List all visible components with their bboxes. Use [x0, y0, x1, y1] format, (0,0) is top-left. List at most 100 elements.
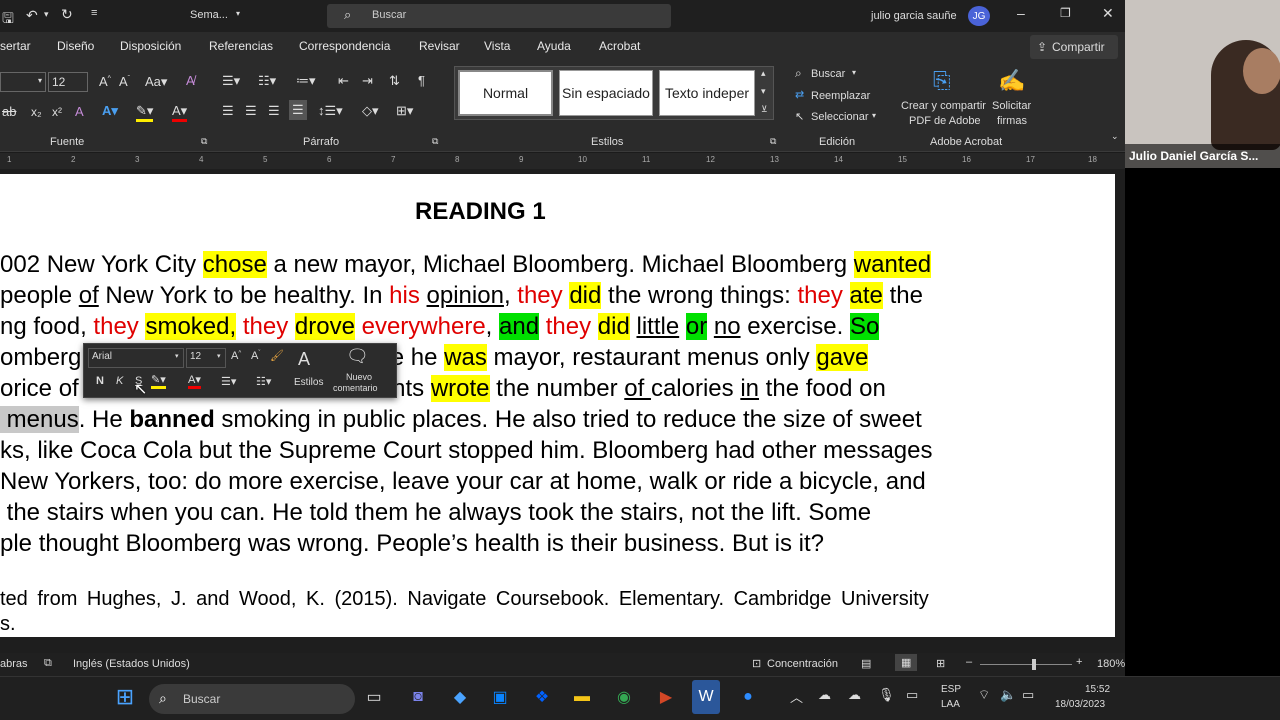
highlight-icon[interactable]: ✎▾: [136, 103, 154, 122]
find-icon[interactable]: ⌕: [795, 66, 802, 81]
font-color-icon[interactable]: A▾: [188, 373, 201, 389]
volume-icon[interactable]: 🔈: [1000, 687, 1016, 703]
style-texto-independiente[interactable]: Texto indeper: [659, 70, 755, 116]
styles-more-icon[interactable]: ⊻: [761, 104, 768, 115]
align-right-icon[interactable]: ☰: [268, 103, 280, 119]
tab-disposicion[interactable]: Disposición: [120, 39, 181, 53]
word-count[interactable]: abras: [0, 658, 28, 670]
chat-icon[interactable]: ◙: [404, 680, 432, 714]
focus-mode[interactable]: Concentración: [767, 658, 838, 670]
styles-icon[interactable]: A: [298, 349, 310, 370]
close-icon[interactable]: ✕: [1102, 5, 1114, 22]
numbering-icon[interactable]: ☷▾: [256, 375, 271, 388]
minimize-icon[interactable]: –: [1017, 5, 1025, 21]
redo-icon[interactable]: ↻: [61, 6, 73, 23]
customize-toolbar-icon[interactable]: ≡: [91, 7, 97, 19]
bold-button[interactable]: N: [96, 375, 104, 387]
multilevel-list-icon[interactable]: ≔▾: [296, 73, 316, 89]
input-language-layout[interactable]: LAA: [941, 699, 960, 710]
user-name[interactable]: julio garcia sauñe: [871, 10, 957, 22]
grow-font-icon[interactable]: A^: [231, 350, 241, 362]
chevron-down-icon[interactable]: ▾: [872, 111, 876, 120]
style-sin-espaciado[interactable]: Sin espaciado: [559, 70, 653, 116]
select-button[interactable]: Seleccionar: [811, 111, 868, 123]
undo-dropdown-icon[interactable]: ▾: [44, 9, 49, 20]
dropbox-icon[interactable]: ❖: [528, 680, 556, 714]
task-view-icon[interactable]: ▭: [360, 680, 388, 714]
zoom-level[interactable]: 180%: [1097, 658, 1125, 670]
replace-icon[interactable]: ⇄: [795, 88, 804, 101]
chevron-down-icon[interactable]: ▾: [38, 76, 42, 85]
read-mode-icon[interactable]: ▤: [861, 657, 871, 670]
cloud-icon[interactable]: ☁: [848, 687, 861, 703]
tab-revisar[interactable]: Revisar: [419, 39, 460, 53]
create-pdf-icon[interactable]: ⎘: [933, 68, 951, 94]
numbering-icon[interactable]: ☷▾: [258, 73, 276, 89]
italic-button[interactable]: K: [116, 375, 123, 387]
tab-insertar[interactable]: sertar: [0, 39, 31, 53]
display-icon[interactable]: ▭: [906, 687, 918, 703]
share-button[interactable]: ⇪ Compartir: [1030, 35, 1118, 59]
zoom-out-icon[interactable]: –: [966, 656, 972, 668]
shading-icon[interactable]: ◇▾: [362, 103, 379, 119]
styles-scroll-down-icon[interactable]: ▾: [761, 86, 766, 97]
powerpoint-icon[interactable]: ▶: [652, 680, 680, 714]
show-marks-icon[interactable]: ¶: [418, 73, 425, 88]
shrink-font-icon[interactable]: Aˇ: [119, 74, 130, 89]
wifi-icon[interactable]: ⌔: [978, 687, 990, 703]
request-signatures-label-1[interactable]: Solicitar: [992, 100, 1031, 112]
borders-icon[interactable]: ⊞▾: [396, 103, 413, 119]
strikethrough-icon[interactable]: ab: [2, 104, 16, 119]
font-size-box[interactable]: 12: [48, 72, 88, 92]
create-pdf-label-2[interactable]: PDF de Adobe: [909, 115, 981, 127]
style-normal[interactable]: Normal: [458, 70, 553, 116]
increase-indent-icon[interactable]: ⇥: [362, 73, 373, 89]
subscript-icon[interactable]: x₂: [31, 105, 42, 119]
select-icon[interactable]: ↖: [795, 110, 804, 123]
tab-referencias[interactable]: Referencias: [209, 39, 273, 53]
decrease-indent-icon[interactable]: ⇤: [338, 73, 349, 89]
font-color-icon[interactable]: A▾: [172, 103, 188, 122]
mini-styles-label[interactable]: Estilos: [294, 377, 323, 388]
tab-correspondencia[interactable]: Correspondencia: [299, 39, 390, 53]
styles-dialog-launcher-icon[interactable]: ⧉: [770, 136, 776, 147]
onedrive-icon[interactable]: ☁: [818, 687, 831, 703]
clock-date[interactable]: 18/03/2023: [1055, 699, 1105, 710]
replace-button[interactable]: Reemplazar: [811, 90, 870, 102]
zoom-icon[interactable]: ●: [734, 680, 762, 714]
store-icon[interactable]: ▣: [486, 680, 514, 714]
shrink-font-icon[interactable]: Aˇ: [251, 350, 260, 362]
paragraph-dialog-launcher-icon[interactable]: ⧉: [432, 136, 438, 147]
request-signatures-icon[interactable]: ✍: [998, 68, 1025, 94]
restore-icon[interactable]: ❐: [1060, 6, 1071, 20]
document-page[interactable]: READING 1 002 New York City chose a new …: [0, 174, 1115, 637]
sort-icon[interactable]: ⇅: [389, 73, 400, 89]
new-comment-label-2[interactable]: comentario: [333, 383, 378, 393]
highlight-icon[interactable]: ✎▾: [151, 373, 166, 389]
tab-vista[interactable]: Vista: [484, 39, 510, 53]
save-icon[interactable]: 🖫: [2, 8, 14, 32]
create-pdf-label-1[interactable]: Crear y compartir: [901, 100, 986, 112]
styles-scroll-up-icon[interactable]: ▴: [761, 68, 766, 79]
new-comment-icon[interactable]: 🗨: [346, 346, 369, 367]
bullets-icon[interactable]: ☰▾: [222, 73, 240, 89]
zoom-in-icon[interactable]: +: [1076, 656, 1082, 668]
taskbar-search[interactable]: ⌕ Buscar: [149, 684, 355, 714]
chevron-down-icon[interactable]: ▾: [236, 9, 240, 18]
clock-time[interactable]: 15:52: [1085, 684, 1110, 695]
clear-format-icon[interactable]: A̸: [186, 73, 195, 88]
align-left-icon[interactable]: ☰: [222, 103, 234, 119]
bullets-icon[interactable]: ☰▾: [221, 375, 236, 388]
tray-chevron-icon[interactable]: ︿: [790, 687, 803, 706]
line-spacing-icon[interactable]: ↕☰▾: [318, 103, 343, 119]
collapse-ribbon-icon[interactable]: ⌄: [1111, 131, 1119, 142]
change-case-icon[interactable]: Aa▾: [145, 74, 167, 90]
web-layout-icon[interactable]: ⊞: [936, 657, 945, 670]
language-status[interactable]: Inglés (Estados Unidos): [73, 658, 190, 670]
format-painter-icon[interactable]: 🖌: [270, 349, 284, 362]
start-icon[interactable]: ⊞: [111, 680, 139, 714]
word-icon[interactable]: W: [692, 680, 720, 714]
undo-icon[interactable]: ↶: [26, 7, 38, 24]
app-icon[interactable]: ◆: [446, 680, 474, 714]
clear-all-icon[interactable]: A: [75, 104, 84, 119]
